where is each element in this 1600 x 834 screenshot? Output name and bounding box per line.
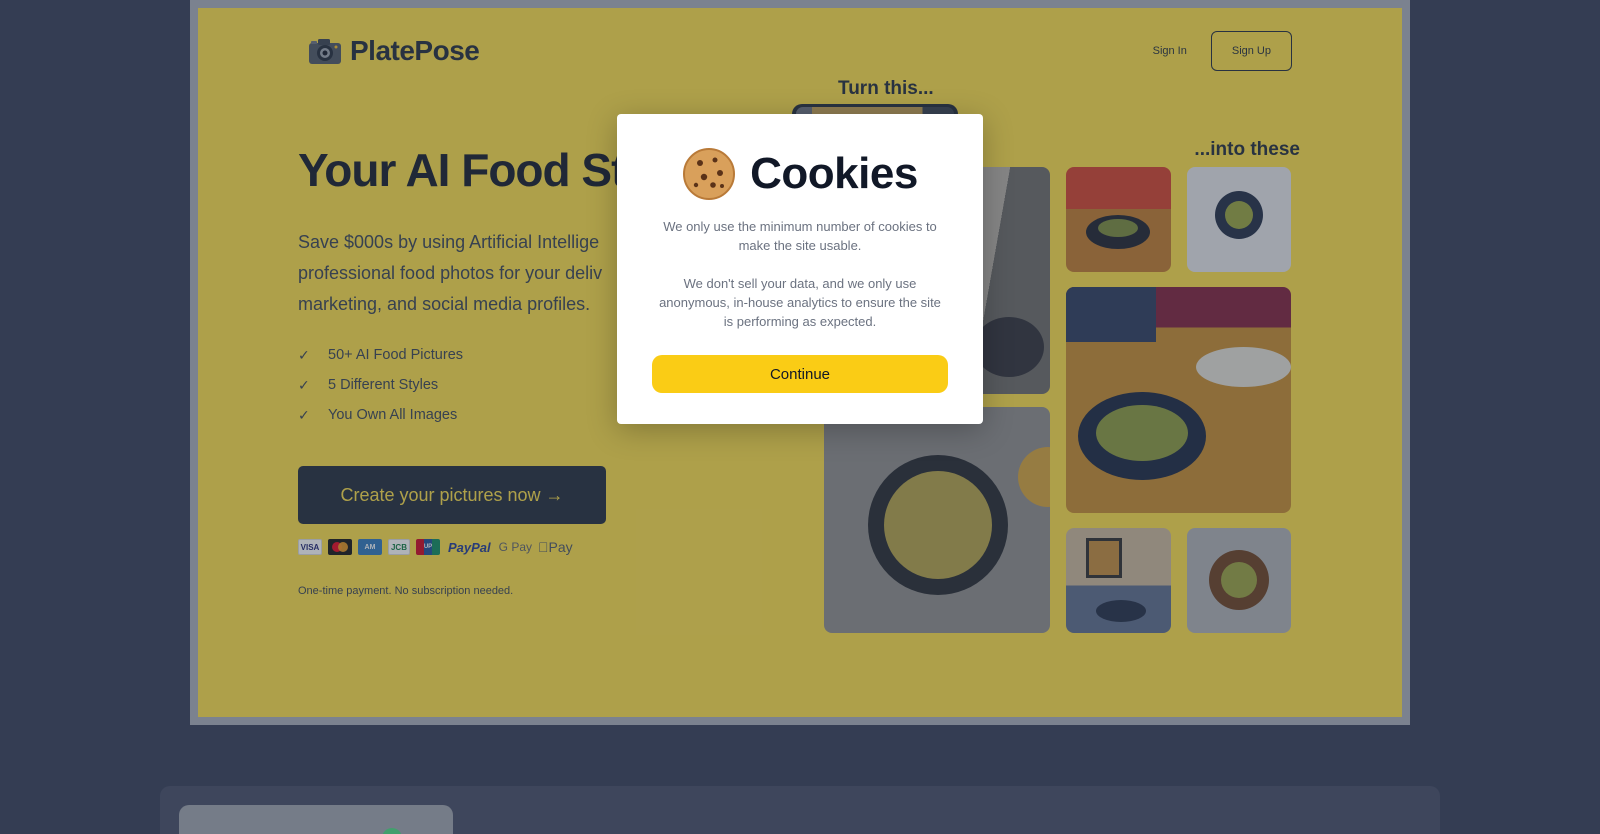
cookie-text-2: We don't sell your data, and we only use…: [659, 276, 941, 329]
modal-header: Cookies: [617, 147, 983, 201]
cookie-consent-modal: Cookies We only use the minimum number o…: [617, 114, 983, 424]
cookie-text-1: We only use the minimum number of cookie…: [663, 219, 937, 253]
continue-button[interactable]: Continue: [652, 355, 948, 393]
modal-title: Cookies: [750, 149, 918, 198]
cookie-icon: [682, 147, 736, 201]
